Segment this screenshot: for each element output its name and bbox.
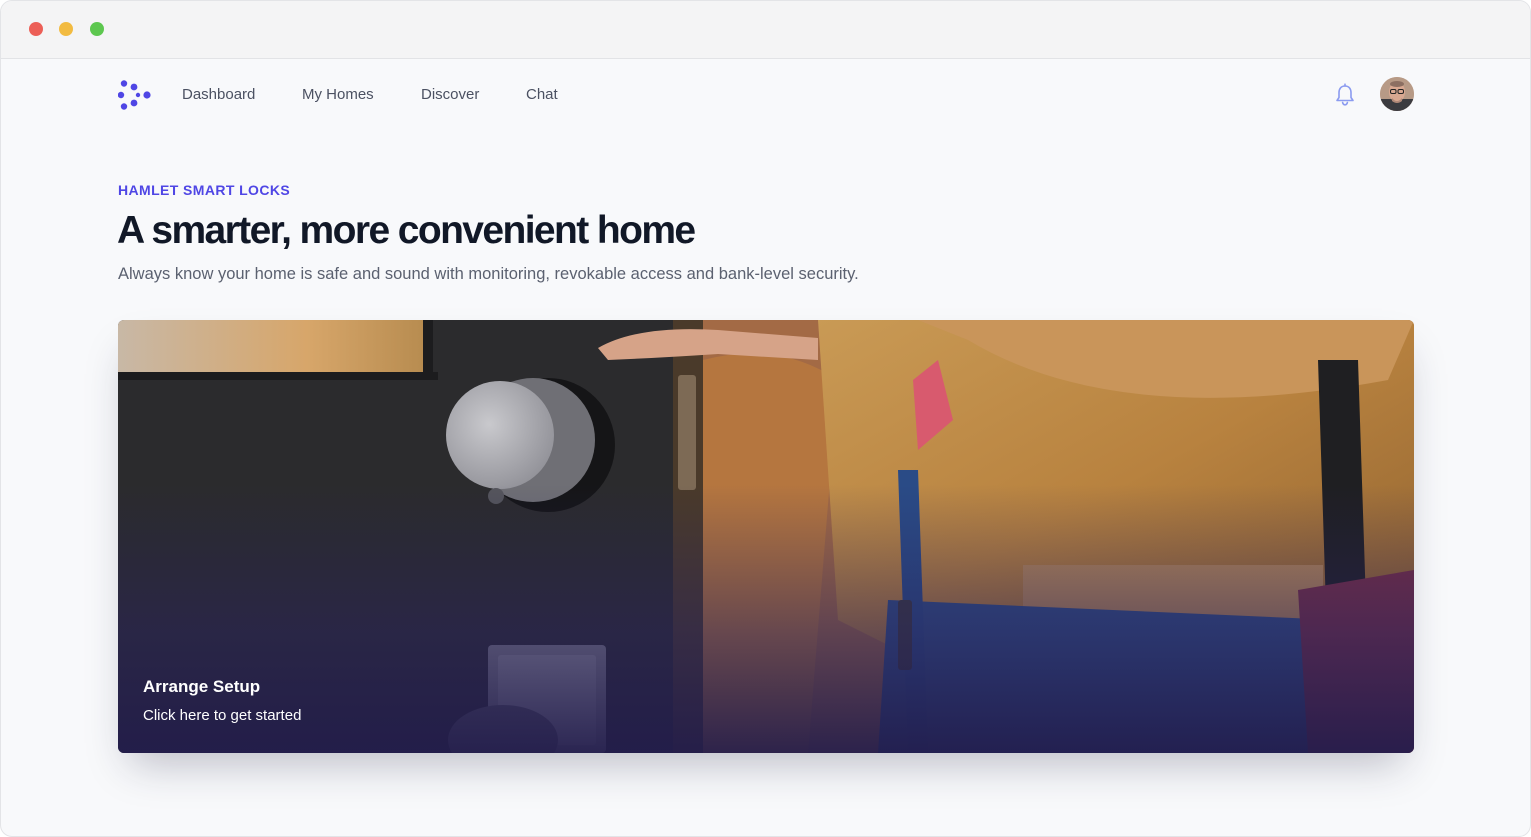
nav-link-discover[interactable]: Discover — [421, 86, 479, 104]
nav-link-dashboard[interactable]: Dashboard — [182, 86, 255, 104]
bell-icon[interactable] — [1334, 83, 1356, 107]
page-subtitle: Always know your home is safe and sound … — [118, 265, 859, 283]
app-window: Dashboard My Homes Discover Chat HAMLET … — [0, 0, 1531, 837]
minimize-window-button[interactable] — [59, 22, 73, 36]
window-titlebar — [1, 1, 1530, 59]
avatar-portrait-icon — [1380, 77, 1414, 111]
card-gradient-overlay — [118, 320, 1414, 753]
top-navbar: Dashboard My Homes Discover Chat — [1, 59, 1530, 131]
brand-logo-icon[interactable] — [118, 78, 152, 112]
close-window-button[interactable] — [29, 22, 43, 36]
user-avatar[interactable] — [1380, 77, 1414, 111]
section-eyebrow: HAMLET SMART LOCKS — [118, 182, 291, 198]
nav-link-my-homes[interactable]: My Homes — [302, 86, 374, 104]
card-subtitle: Click here to get started — [143, 707, 302, 724]
card-title: Arrange Setup — [143, 677, 261, 696]
nav-link-chat[interactable]: Chat — [526, 86, 558, 104]
page-title: A smarter, more convenient home — [117, 209, 696, 252]
maximize-window-button[interactable] — [90, 22, 104, 36]
arrange-setup-card[interactable]: Arrange Setup Click here to get started — [118, 320, 1414, 753]
